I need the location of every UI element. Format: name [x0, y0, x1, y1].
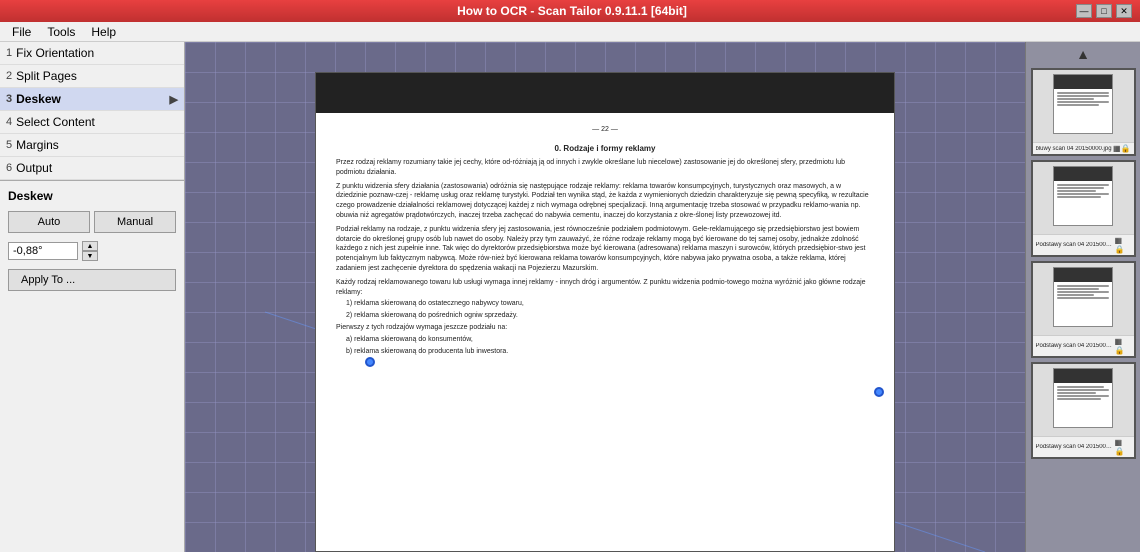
step-fix-orientation[interactable]: 1 Fix Orientation — [0, 42, 184, 65]
doc-header — [316, 73, 894, 113]
paragraph-1: Z punktu widzenia sfery działania (zasto… — [336, 182, 874, 221]
step-select-content[interactable]: 4 Select Content — [0, 111, 184, 134]
auto-button[interactable]: Auto — [8, 211, 90, 233]
step-output[interactable]: 6 Output — [0, 157, 184, 180]
apply-button[interactable]: Apply To ... — [8, 269, 176, 291]
paragraph-3: Każdy rodzaj reklamowanego towaru lub us… — [336, 278, 874, 298]
doc-heading: 0. Rodzaje i formy reklamy — [336, 143, 874, 154]
angle-row: ▲ ▼ — [8, 241, 176, 261]
minimize-button[interactable]: — — [1076, 4, 1092, 18]
main-layout: 1 Fix Orientation 2 Split Pages 3 Deskew… — [0, 42, 1140, 552]
menu-file[interactable]: File — [4, 23, 39, 41]
steps-list: 1 Fix Orientation 2 Split Pages 3 Deskew… — [0, 42, 184, 181]
right-control-point[interactable] — [874, 387, 884, 397]
angle-spinner: ▲ ▼ — [82, 241, 98, 261]
nav-up-arrow[interactable]: ▲ — [1076, 46, 1090, 62]
paragraph-7: a) reklama skierowaną do konsumentów, — [346, 335, 874, 345]
step-margins[interactable]: 5 Margins — [0, 134, 184, 157]
thumbnail-0-label: bluwy scan 04 20150000.jpg ▦🔒 — [1033, 142, 1134, 154]
spin-up-button[interactable]: ▲ — [82, 241, 98, 251]
page-container: — 22 — 0. Rodzaje i formy reklamy Przez … — [265, 72, 985, 552]
window-controls: — □ ✕ — [1076, 4, 1132, 18]
thumb-3-icons: ▦🔒 — [1115, 438, 1131, 456]
thumbnail-0-image — [1033, 70, 1134, 142]
navigation-top: ▲ — [1076, 46, 1090, 62]
thumb-2-icons: ▦🔒 — [1115, 337, 1131, 355]
thumbnail-1-label: Podstawy scan 04 20150000.jpg ▦🔒 — [1033, 234, 1134, 255]
maximize-button[interactable]: □ — [1096, 4, 1112, 18]
left-control-point[interactable] — [365, 357, 375, 367]
thumb-0-header — [1054, 75, 1113, 89]
window-title: How to OCR - Scan Tailor 0.9.11.1 [64bit… — [68, 4, 1076, 18]
thumb-0-icons: ▦🔒 — [1113, 144, 1131, 153]
thumbnail-1[interactable]: Podstawy scan 04 20150000.jpg ▦🔒 — [1031, 160, 1136, 257]
thumbnail-2-image — [1033, 263, 1134, 335]
deskew-mode-buttons: Auto Manual — [8, 211, 176, 233]
angle-input[interactable] — [8, 242, 78, 260]
doc-content: — 22 — 0. Rodzaje i formy reklamy Przez … — [316, 113, 894, 364]
thumb-1-icons: ▦🔒 — [1115, 236, 1131, 254]
canvas-area: — 22 — 0. Rodzaje i formy reklamy Przez … — [185, 42, 1025, 552]
thumb-1-header — [1054, 167, 1113, 181]
thumbnail-3[interactable]: Podstawy scan 04 20150001.jpg ▦🔒 — [1031, 362, 1136, 459]
menu-bar: File Tools Help — [0, 22, 1140, 42]
paragraph-6: Pierwszy z tych rodzajów wymaga jeszcze … — [336, 323, 874, 333]
right-panel: ▲ bluwy scan 04 20150000.jpg ▦� — [1025, 42, 1140, 552]
thumb-0-content — [1054, 89, 1113, 109]
thumb-2-content — [1054, 282, 1113, 302]
spin-down-button[interactable]: ▼ — [82, 251, 98, 261]
thumbnail-2[interactable]: Podstawy scan 04 20150001.jpg ▦🔒 — [1031, 261, 1136, 358]
deskew-panel: Deskew Auto Manual ▲ ▼ Apply To ... — [0, 181, 184, 299]
thumbnail-3-image — [1033, 364, 1134, 436]
title-bar: How to OCR - Scan Tailor 0.9.11.1 [64bit… — [0, 0, 1140, 22]
document-page: — 22 — 0. Rodzaje i formy reklamy Przez … — [315, 72, 895, 552]
paragraph-0: Przez rodzaj reklamy rozumiany takie jej… — [336, 158, 874, 178]
thumbnail-2-label: Podstawy scan 04 20150001.jpg ▦🔒 — [1033, 335, 1134, 356]
close-button[interactable]: ✕ — [1116, 4, 1132, 18]
paragraph-5: 2) reklama skierowaną do pośrednich ogni… — [346, 311, 874, 321]
paragraph-4: 1) reklama skierowaną do ostatecznego na… — [346, 299, 874, 309]
thumb-1-content — [1054, 181, 1113, 201]
step-deskew-arrow: ▶ — [170, 93, 178, 106]
menu-help[interactable]: Help — [83, 23, 124, 41]
thumbnail-1-image — [1033, 162, 1134, 234]
thumbnail-3-label: Podstawy scan 04 20150001.jpg ▦🔒 — [1033, 436, 1134, 457]
thumb-2-header — [1054, 268, 1113, 282]
thumb-3-content — [1054, 383, 1113, 403]
menu-tools[interactable]: Tools — [39, 23, 83, 41]
thumbnail-0[interactable]: bluwy scan 04 20150000.jpg ▦🔒 — [1031, 68, 1136, 156]
paragraph-2: Podział reklamy na rodzaje, z punktu wid… — [336, 225, 874, 274]
left-panel: 1 Fix Orientation 2 Split Pages 3 Deskew… — [0, 42, 185, 552]
step-deskew[interactable]: 3 Deskew ▶ — [0, 88, 184, 111]
step-split-pages[interactable]: 2 Split Pages — [0, 65, 184, 88]
manual-button[interactable]: Manual — [94, 211, 176, 233]
page-number: — 22 — — [336, 121, 874, 139]
thumb-3-header — [1054, 369, 1113, 383]
paragraph-8: b) reklama skierowaną do producenta lub … — [346, 347, 874, 357]
deskew-title: Deskew — [8, 189, 176, 203]
